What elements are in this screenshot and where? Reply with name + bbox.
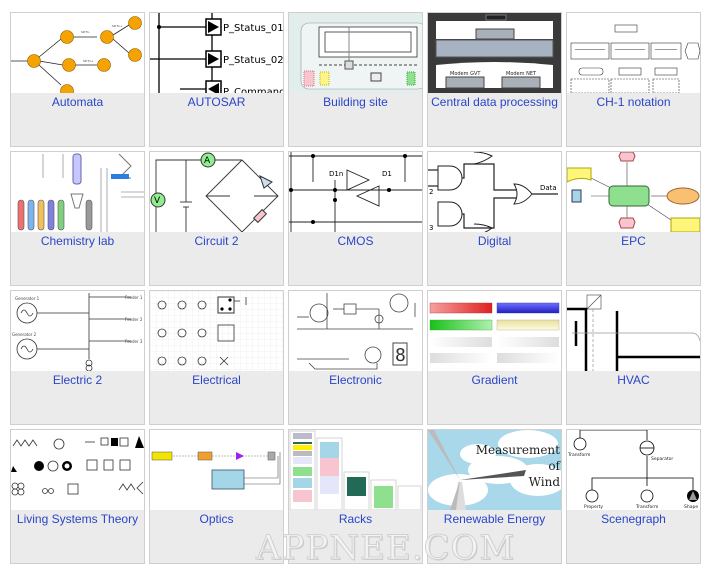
feeder-label: Feeder 3 xyxy=(125,339,143,344)
chemistry-lab-thumbnail xyxy=(11,152,144,232)
gallery-item-label[interactable]: Electrical xyxy=(150,373,283,387)
gradient-boxes-thumbnail xyxy=(428,291,561,371)
gallery-item-label[interactable]: CH-1 notation xyxy=(567,95,700,109)
gallery-item-label[interactable]: Electric 2 xyxy=(11,373,144,387)
gallery-item-hvac[interactable]: HVAC xyxy=(566,290,701,425)
voltmeter-label: V xyxy=(154,196,161,206)
gallery-item-label[interactable]: Central data processing xyxy=(428,95,561,109)
autosar-thumbnail: P_Status_01 P_Status_02 P_Command xyxy=(150,13,283,93)
scenegraph-thumbnail: Transform Separator Property Transform S… xyxy=(567,430,700,510)
node-label: Transform xyxy=(567,452,590,458)
title-line: Measurement xyxy=(476,443,560,457)
gallery-item-label[interactable]: Digital xyxy=(428,234,561,248)
feeder-label: Feeder 2 xyxy=(125,317,143,322)
gallery-item-optics[interactable]: Optics xyxy=(149,429,284,564)
node-label: Shape xyxy=(684,504,698,510)
optics-thumbnail xyxy=(150,430,283,510)
digital-logic-thumbnail: Data 2 3 xyxy=(428,152,561,232)
gallery-item-digital[interactable]: Data 2 3 Digital xyxy=(427,151,562,286)
input-label: 3 xyxy=(429,224,433,232)
gallery-item-label[interactable]: Scenegraph xyxy=(567,512,700,526)
electric-thumbnail: Generator 1 Generator 2 Feeder 1 Feeder … xyxy=(11,291,144,371)
gallery-item-circuit-2[interactable]: A V Circuit 2 xyxy=(149,151,284,286)
node-label: Property xyxy=(584,504,603,510)
port-label: P_Command xyxy=(223,87,283,93)
gallery-item-racks[interactable]: Racks xyxy=(288,429,423,564)
title-line: of xyxy=(548,459,561,473)
automata-thumbnail: SDT1- SDT1+ SDT1+ xyxy=(11,13,144,93)
device-label: Modem NET xyxy=(506,71,537,77)
gallery-item-autosar[interactable]: P_Status_01 P_Status_02 P_Command AUTOSA… xyxy=(149,12,284,147)
gallery-item-automata[interactable]: SDT1- SDT1+ SDT1+ Automata xyxy=(10,12,145,147)
gallery-item-label[interactable]: HVAC xyxy=(567,373,700,387)
diagram-gallery: SDT1- SDT1+ SDT1+ Automata P_Status_01 P_S… xyxy=(10,12,701,564)
gallery-item-epc[interactable]: EPC xyxy=(566,151,701,286)
cmos-thumbnail: D1n D1 xyxy=(289,152,422,232)
electrical-symbols-thumbnail xyxy=(150,291,283,371)
port-label: P_Status_01 xyxy=(223,23,283,34)
seven-segment-digit: 8 xyxy=(395,345,406,366)
generator-label: Generator 1 xyxy=(15,296,40,301)
gallery-item-central-data-processing[interactable]: Modem GVT Modem NET Central data process… xyxy=(427,12,562,147)
svg-text:SDT1+: SDT1+ xyxy=(83,59,94,63)
gallery-item-label[interactable]: Living Systems Theory xyxy=(11,512,144,526)
gallery-item-label[interactable]: Electronic xyxy=(289,373,422,387)
gallery-item-living-systems-theory[interactable]: Living Systems Theory xyxy=(10,429,145,564)
gallery-item-label[interactable]: Gradient xyxy=(428,373,561,387)
gallery-item-renewable-energy[interactable]: Measurement of Wind Renewable Energy xyxy=(427,429,562,564)
wind-turbine-thumbnail: Measurement of Wind xyxy=(428,430,561,510)
input-label: 2 xyxy=(429,188,433,196)
circuit-thumbnail: A V xyxy=(150,152,283,232)
gallery-item-building-site[interactable]: Building site xyxy=(288,12,423,147)
svg-text:SDT1-: SDT1- xyxy=(81,30,90,34)
port-label: P_Status_02 xyxy=(223,55,283,66)
gallery-item-electronic[interactable]: 8 Electronic xyxy=(288,290,423,425)
electronic-thumbnail: 8 xyxy=(289,291,422,371)
gallery-item-scenegraph[interactable]: Transform Separator Property Transform S… xyxy=(566,429,701,564)
gallery-item-label[interactable]: EPC xyxy=(567,234,700,248)
node-label: Transform xyxy=(635,504,658,510)
gallery-item-label[interactable]: Circuit 2 xyxy=(150,234,283,248)
gallery-item-label[interactable]: Racks xyxy=(289,512,422,526)
gallery-item-label[interactable]: Renewable Energy xyxy=(428,512,561,526)
gallery-item-label[interactable]: Optics xyxy=(150,512,283,526)
gallery-item-electrical[interactable]: Electrical xyxy=(149,290,284,425)
gallery-item-label[interactable]: Building site xyxy=(289,95,422,109)
living-systems-thumbnail xyxy=(11,430,144,510)
epc-thumbnail xyxy=(567,152,700,232)
output-label: Data xyxy=(540,184,557,192)
feeder-label: Feeder 1 xyxy=(125,295,143,300)
ch1-notation-thumbnail xyxy=(567,13,700,93)
ammeter-label: A xyxy=(204,156,211,166)
gallery-item-label[interactable]: Chemistry lab xyxy=(11,234,144,248)
device-label: Modem GVT xyxy=(450,71,481,77)
hvac-thumbnail xyxy=(567,291,700,371)
title-line: Wind xyxy=(529,475,561,489)
building-site-thumbnail xyxy=(289,13,422,93)
gallery-item-cmos[interactable]: D1n D1 CMOS xyxy=(288,151,423,286)
signal-label: D1n xyxy=(329,170,343,178)
gallery-item-electric-2[interactable]: Generator 1 Generator 2 Feeder 1 Feeder … xyxy=(10,290,145,425)
gallery-item-label[interactable]: Automata xyxy=(11,95,144,109)
gallery-item-label[interactable]: CMOS xyxy=(289,234,422,248)
gallery-item-gradient[interactable]: Gradient xyxy=(427,290,562,425)
generator-label: Generator 2 xyxy=(12,332,37,337)
gallery-item-ch-1-notation[interactable]: CH-1 notation xyxy=(566,12,701,147)
racks-thumbnail xyxy=(289,430,422,510)
svg-text:SDT1+: SDT1+ xyxy=(112,24,123,28)
signal-label: D1 xyxy=(382,170,392,178)
node-label: Separator xyxy=(651,456,673,462)
rack-thumbnail: Modem GVT Modem NET xyxy=(428,13,561,93)
gallery-item-chemistry-lab[interactable]: Chemistry lab xyxy=(10,151,145,286)
gallery-item-label[interactable]: AUTOSAR xyxy=(150,95,283,109)
